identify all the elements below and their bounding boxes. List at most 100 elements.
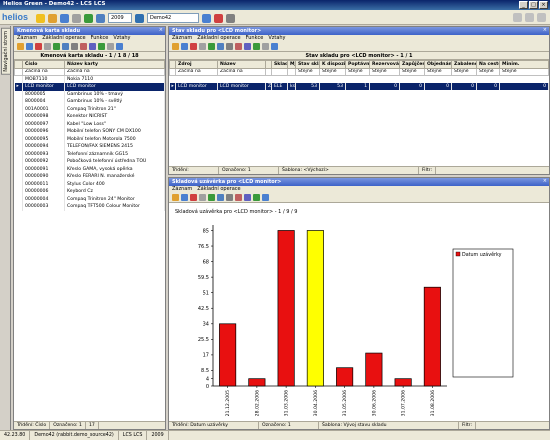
- export-icon[interactable]: [253, 194, 260, 201]
- navigation-tree-tab[interactable]: Navigační strom: [0, 26, 11, 430]
- star-icon[interactable]: [36, 13, 45, 23]
- chart-icon[interactable]: [116, 43, 123, 50]
- menu-relations[interactable]: Vztahy: [113, 35, 130, 42]
- filter-cell[interactable]: Stejné: [399, 67, 425, 76]
- column-header[interactable]: Na cestě: [476, 60, 500, 69]
- copy-icon[interactable]: [44, 43, 51, 50]
- menu-relations[interactable]: Vztahy: [268, 35, 285, 42]
- chart-icon[interactable]: [262, 194, 269, 201]
- menu-basic-operations[interactable]: Základní operace: [42, 35, 85, 42]
- export-icon[interactable]: [98, 43, 105, 50]
- edit-icon[interactable]: [181, 194, 188, 201]
- table-row[interactable]: 00000004 Compaq Trinitron 24" Monitor: [14, 195, 165, 203]
- table-row[interactable]: 00000092 Pobočková telefonní ústředna TOÚ: [14, 158, 165, 166]
- filter-icon[interactable]: [226, 194, 233, 201]
- column-header[interactable]: K dispozici: [319, 60, 346, 69]
- refresh-icon[interactable]: [84, 13, 93, 23]
- sort-icon[interactable]: [235, 43, 242, 50]
- print-icon[interactable]: [217, 43, 224, 50]
- database-icon[interactable]: [135, 13, 144, 23]
- table-icon[interactable]: [202, 13, 211, 23]
- delete-icon[interactable]: [35, 43, 42, 50]
- table-row[interactable]: 001A0001 Compaq Trinitron 21": [14, 105, 165, 113]
- sort-icon[interactable]: [235, 194, 242, 201]
- table-row[interactable]: 8000004 Gambrinus 10% - světlý: [14, 98, 165, 106]
- maximize-button[interactable]: □: [529, 1, 538, 9]
- close-panel-icon[interactable]: ×: [543, 27, 547, 33]
- filter-cell[interactable]: Stejné: [424, 67, 452, 76]
- database-select[interactable]: Demo42: [147, 13, 199, 23]
- search-icon[interactable]: [89, 43, 96, 50]
- column-header[interactable]: Zdroj: [175, 60, 218, 69]
- menu-record[interactable]: Záznam: [17, 35, 37, 42]
- filter-cell[interactable]: Stejné: [295, 67, 320, 76]
- menu-functions[interactable]: Funkce: [91, 35, 109, 42]
- print-icon[interactable]: [62, 43, 69, 50]
- delete-icon[interactable]: [190, 43, 197, 50]
- calendar-icon[interactable]: [96, 13, 105, 23]
- table-row[interactable]: 00000006 Keybord Cz: [14, 188, 165, 196]
- column-header[interactable]: Zabaleno: [451, 60, 477, 69]
- new-record-icon[interactable]: [17, 43, 24, 50]
- settings-icon[interactable]: [72, 13, 81, 23]
- table-row[interactable]: 00000003 Compaq TFT500 Colour Monitor: [14, 203, 165, 211]
- column-header[interactable]: Název: [217, 60, 266, 69]
- filter-cell[interactable]: Stejné: [319, 67, 346, 76]
- filter-cell[interactable]: Začíná na: [175, 67, 218, 76]
- table-row[interactable]: 00000093 Telefonní záznamník GG15: [14, 150, 165, 158]
- column-header[interactable]: Minim.: [499, 60, 549, 69]
- print-icon[interactable]: [60, 13, 69, 23]
- filter-cell[interactable]: Začíná na: [217, 67, 266, 76]
- refresh-icon[interactable]: [208, 194, 215, 201]
- column-header-card-name[interactable]: Název karty: [64, 60, 165, 69]
- filter-cell[interactable]: [287, 67, 296, 76]
- settings-icon[interactable]: [107, 43, 114, 50]
- help-icon[interactable]: [513, 13, 522, 22]
- table-row[interactable]: 00000097 Kabel "Low Loss": [14, 120, 165, 128]
- filter-cell[interactable]: Stejné: [476, 67, 500, 76]
- copy-icon[interactable]: [199, 194, 206, 201]
- column-header[interactable]: Rezervováno: [369, 60, 400, 69]
- refresh-icon[interactable]: [53, 43, 60, 50]
- edit-icon[interactable]: [181, 43, 188, 50]
- delete-icon[interactable]: [190, 194, 197, 201]
- close-panel-icon[interactable]: ×: [159, 27, 163, 33]
- filter-number[interactable]: Začíná na: [22, 67, 65, 76]
- table-row[interactable]: MOB7110 Nokia 7110: [14, 75, 165, 83]
- settings-icon[interactable]: [262, 43, 269, 50]
- new-record-icon[interactable]: [172, 43, 179, 50]
- info-icon[interactable]: [525, 13, 534, 22]
- filter-cell[interactable]: Stejné: [345, 67, 370, 76]
- close-button[interactable]: ×: [539, 1, 548, 9]
- menu-basic-operations[interactable]: Základní operace: [197, 186, 240, 193]
- table-row[interactable]: ▸ LCD monitor LCD monitor: [14, 83, 165, 91]
- minimize-button[interactable]: _: [519, 1, 528, 9]
- table-row[interactable]: 00000095 Mobilní telefon Motorola 7500: [14, 135, 165, 143]
- filter-icon[interactable]: [71, 43, 78, 50]
- filter-cell[interactable]: Stejné: [451, 67, 477, 76]
- tools-icon[interactable]: [226, 13, 235, 23]
- new-record-icon[interactable]: [172, 194, 179, 201]
- column-header-number[interactable]: Číslo: [22, 60, 65, 69]
- column-header[interactable]: Objednáno: [424, 60, 452, 69]
- column-header[interactable]: MJ: [287, 60, 296, 69]
- table-row[interactable]: 8000005 Gambrinus 10% - tmavý: [14, 90, 165, 98]
- chart-icon[interactable]: [271, 43, 278, 50]
- column-header[interactable]: Zapůjčeno: [399, 60, 425, 69]
- folder-icon[interactable]: [48, 13, 57, 23]
- print-icon[interactable]: [217, 194, 224, 201]
- filter-card-name[interactable]: Začíná na: [64, 67, 165, 76]
- filter-cell[interactable]: Stejné: [369, 67, 400, 76]
- table-row[interactable]: 00000091 Křeslo GAMA, vysoká opěrka: [14, 165, 165, 173]
- menu-functions[interactable]: Funkce: [246, 35, 264, 42]
- filter-cell[interactable]: Stejné: [499, 67, 549, 76]
- table-row[interactable]: 00000096 Mobilní telefon SONY CM DX100: [14, 128, 165, 136]
- export-icon[interactable]: [253, 43, 260, 50]
- table-row[interactable]: 00000090 Křeslo FERARI N. manažerské: [14, 173, 165, 181]
- menu-record[interactable]: Záznam: [172, 186, 192, 193]
- year-field[interactable]: 2009: [108, 13, 132, 23]
- search-icon[interactable]: [244, 43, 251, 50]
- table-row[interactable]: 00000098 Konektor NICRIST: [14, 113, 165, 121]
- copy-icon[interactable]: [199, 43, 206, 50]
- filter-cell[interactable]: [271, 67, 288, 76]
